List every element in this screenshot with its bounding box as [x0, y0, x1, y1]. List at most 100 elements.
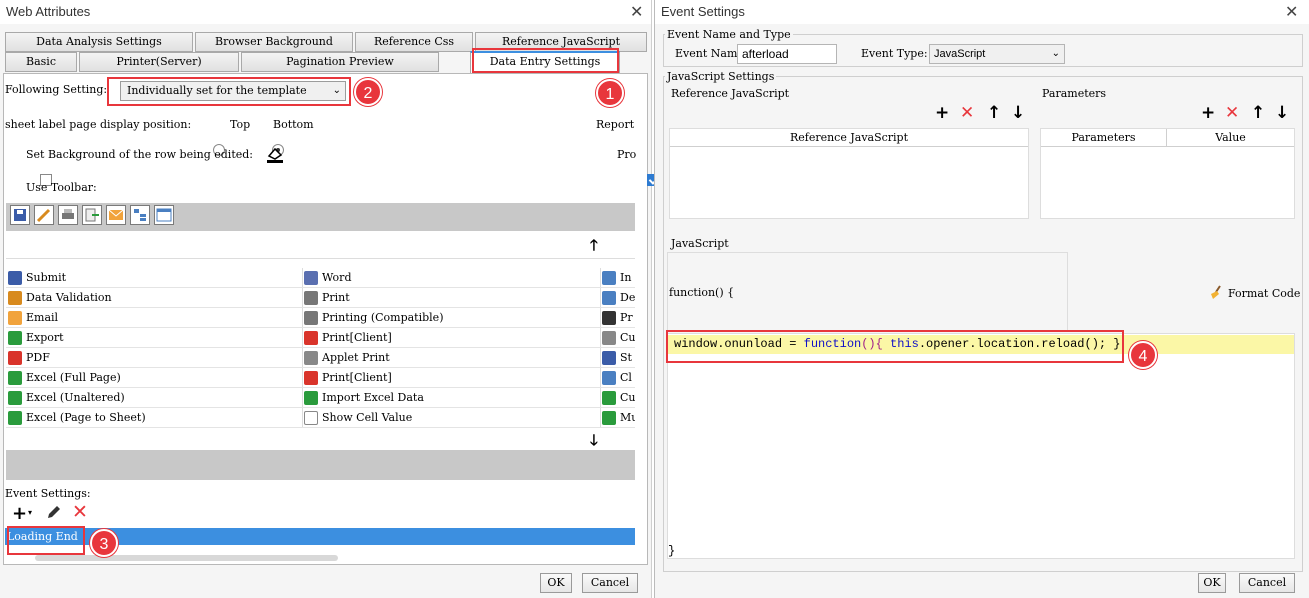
window-icon[interactable] [154, 205, 174, 225]
edit-icon[interactable] [46, 504, 62, 520]
delete-icon[interactable]: ✕ [1225, 104, 1239, 122]
group-label: Event Name and Type [665, 28, 793, 41]
grid-item[interactable]: Applet Print [302, 348, 600, 368]
grid-item-label: Export [26, 331, 64, 344]
grid-item[interactable]: De [600, 288, 635, 308]
tab-reference-css[interactable]: Reference Css [355, 32, 473, 52]
grid-item[interactable]: Excel (Full Page) [6, 368, 302, 388]
tab-data-entry-settings[interactable]: Data Entry Settings [470, 51, 620, 73]
tab-browser-background[interactable]: Browser Background [195, 32, 353, 52]
pencil-icon[interactable] [34, 205, 54, 225]
event-type-select[interactable]: JavaScript ⌄ [929, 44, 1065, 64]
button-icon [8, 411, 22, 425]
arrow-up-icon[interactable]: ↑ [1251, 104, 1265, 122]
pro-label: Pro [617, 148, 637, 161]
code-keyword: function [803, 337, 862, 351]
button-icon [602, 331, 616, 345]
add-icon[interactable]: + [935, 104, 949, 122]
add-icon[interactable]: + [1201, 104, 1215, 122]
delete-icon[interactable]: ✕ [960, 104, 974, 122]
print-icon[interactable] [58, 205, 78, 225]
tab-pagination-preview[interactable]: Pagination Preview [241, 52, 439, 72]
parameters-header[interactable]: Parameters [1041, 129, 1167, 147]
grid-item[interactable]: Pr [600, 308, 635, 328]
grid-item-label: Cu [620, 391, 635, 404]
tab-basic[interactable]: Basic [5, 52, 77, 72]
following-setting-label: Following Setting: [5, 83, 108, 96]
grid-item[interactable]: St [600, 348, 635, 368]
cancel-button[interactable]: Cancel [582, 573, 638, 593]
toolbar-row: 🡑 [6, 231, 635, 259]
button-icon [602, 351, 616, 365]
grid-item[interactable]: Mu [600, 408, 635, 428]
grid-item[interactable]: In [600, 268, 635, 288]
grid-item[interactable]: Email [6, 308, 302, 328]
following-setting-value: Individually set for the template [127, 84, 307, 97]
grid-item[interactable]: Printing (Compatible) [302, 308, 600, 328]
grid-item[interactable]: Import Excel Data [302, 388, 600, 408]
value-header[interactable]: Value [1167, 129, 1294, 147]
tab-reference-javascript[interactable]: Reference JavaScript [475, 32, 647, 52]
grid-item-label: Mu [620, 411, 635, 424]
cancel-button[interactable]: Cancel [1239, 573, 1295, 593]
grid-item[interactable]: Data Validation [6, 288, 302, 308]
code-text: .opener.location.reload(); } [918, 337, 1121, 351]
email-icon[interactable] [106, 205, 126, 225]
button-icon [8, 391, 22, 405]
grid-item[interactable]: Cu [600, 388, 635, 408]
radio-top-label: Top [230, 118, 251, 131]
code-editor[interactable]: window.onunload = function(){ this.opene… [667, 333, 1295, 559]
tab-data-analysis-settings[interactable]: Data Analysis Settings [5, 32, 193, 52]
following-setting-select[interactable]: Individually set for the template ⌄ [120, 81, 346, 101]
button-icon [304, 411, 318, 425]
button-icon [304, 351, 318, 365]
paint-bucket-icon[interactable] [264, 144, 286, 164]
tab-printer-server[interactable]: Printer(Server) [79, 52, 239, 72]
grid-item-label: In [620, 271, 632, 284]
format-code-button[interactable]: Format Code [1228, 287, 1300, 300]
grid-item[interactable]: Export [6, 328, 302, 348]
button-icon [602, 411, 616, 425]
grid-item[interactable]: Excel (Page to Sheet) [6, 408, 302, 428]
export-icon[interactable] [82, 205, 102, 225]
tree-icon[interactable] [130, 205, 150, 225]
annotation-badge-3: 3 [90, 529, 118, 557]
close-icon[interactable]: ✕ [1285, 2, 1298, 21]
grid-item-label: Print[Client] [322, 371, 392, 384]
grid-item[interactable]: Word [302, 268, 600, 288]
web-attributes-dialog: Web Attributes ✕ Data Analysis Settings … [0, 0, 659, 598]
add-icon[interactable]: + [12, 503, 27, 524]
grid-item[interactable]: Print [302, 288, 600, 308]
arrow-down-icon[interactable]: ↓ [1011, 104, 1025, 122]
ok-button[interactable]: OK [540, 573, 572, 593]
grid-item[interactable]: Print[Client] [302, 368, 600, 388]
grid-item[interactable]: Submit [6, 268, 302, 288]
grid-item-label: Word [322, 271, 352, 284]
event-name-input[interactable]: afterload [737, 44, 837, 64]
broom-icon[interactable] [1208, 284, 1224, 300]
annotation-badge-4: 4 [1129, 341, 1157, 369]
grid-item-label: Show Cell Value [322, 411, 413, 424]
grid-item[interactable]: Excel (Unaltered) [6, 388, 302, 408]
grid-item-label: Excel (Unaltered) [26, 391, 125, 404]
close-icon[interactable]: ✕ [630, 2, 643, 21]
delete-icon[interactable]: ✕ [72, 501, 88, 523]
grid-item[interactable]: Show Cell Value [302, 408, 600, 428]
code-line: window.onunload = function(){ this.opene… [674, 337, 1121, 351]
arrow-down-icon[interactable]: ↓ [1275, 104, 1289, 122]
toolbar-buttons-grid: Submit Data Validation Email Export PDF Excel… [6, 268, 635, 428]
arrow-up-icon[interactable]: ↑ [987, 104, 1001, 122]
save-icon[interactable] [10, 205, 30, 225]
button-icon [602, 371, 616, 385]
ok-button[interactable]: OK [1198, 573, 1226, 593]
grid-item-label: Excel (Page to Sheet) [26, 411, 146, 424]
code-keyword: this [890, 337, 919, 351]
grid-item[interactable]: Cu [600, 328, 635, 348]
grid-item[interactable]: Print[Client] [302, 328, 600, 348]
grid-item[interactable]: PDF [6, 348, 302, 368]
grid-item[interactable]: Cl [600, 368, 635, 388]
arrow-up-icon[interactable]: 🡑 [590, 235, 598, 260]
button-icon [8, 351, 22, 365]
reference-js-header[interactable]: Reference JavaScript [670, 129, 1028, 147]
horizontal-scrollbar[interactable] [35, 555, 338, 561]
